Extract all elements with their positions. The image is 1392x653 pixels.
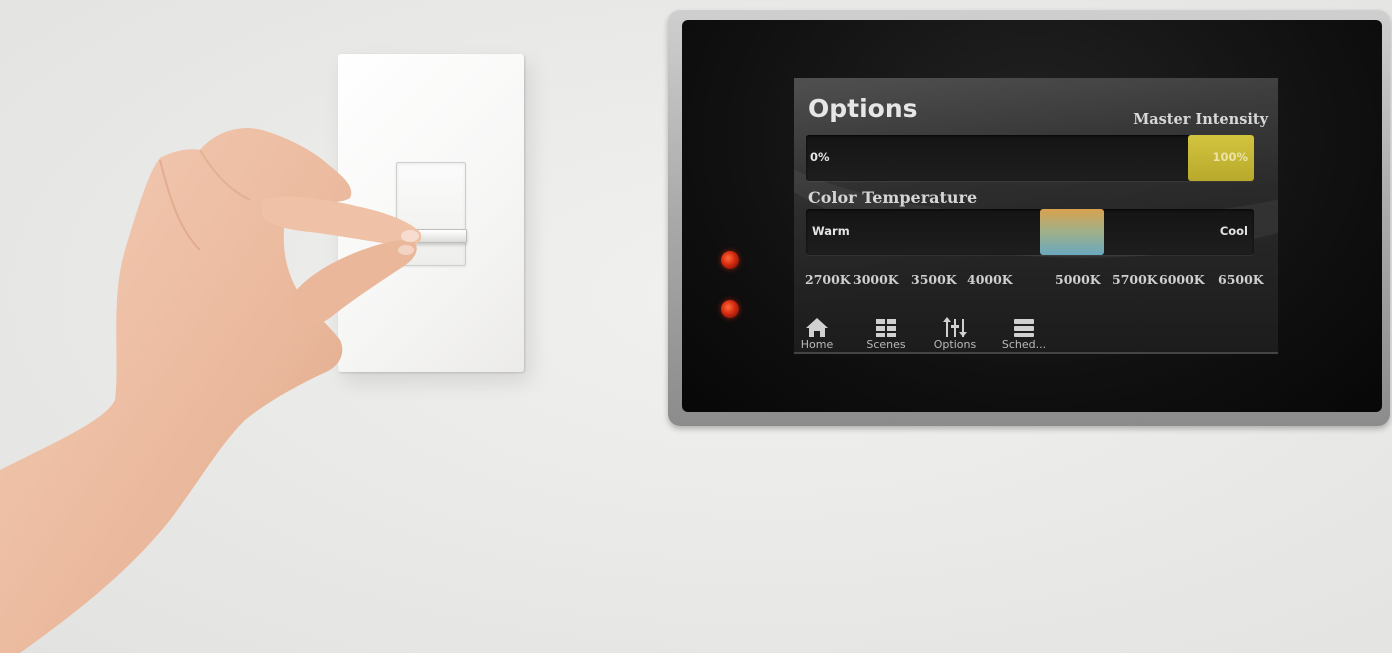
kelvin-tick: 3000K	[853, 272, 899, 287]
home-icon	[806, 318, 828, 337]
nav-home[interactable]: Home	[794, 316, 845, 351]
indicator-led-top	[721, 251, 739, 269]
master-intensity-label: Master Intensity	[1133, 111, 1268, 128]
kelvin-tick: 4000K	[967, 272, 1013, 287]
indicator-led-bottom	[721, 300, 739, 318]
screen-title: Options	[808, 94, 918, 123]
intensity-max-label: 100%	[1212, 150, 1248, 164]
list-icon	[1014, 319, 1034, 337]
touch-screen: Options Master Intensity 0% 100% Color T…	[794, 78, 1278, 354]
nav-options[interactable]: Options	[927, 316, 983, 351]
nav-scenes[interactable]: Scenes	[858, 316, 914, 351]
nav-schedule[interactable]: Sched...	[996, 316, 1052, 351]
kelvin-tick: 6000K	[1159, 272, 1205, 287]
color-temperature-thumb[interactable]	[1040, 209, 1104, 255]
master-intensity-slider[interactable]: 0% 100%	[806, 135, 1254, 181]
sliders-icon	[943, 317, 967, 337]
intensity-slider-thumb[interactable]: 100%	[1188, 135, 1254, 181]
kelvin-tick: 2700K	[805, 272, 851, 287]
grid-icon	[876, 319, 896, 337]
nav-home-label: Home	[800, 338, 834, 351]
kelvin-tick: 5000K	[1055, 272, 1101, 287]
hand-image	[0, 128, 422, 653]
nav-scenes-label: Scenes	[866, 338, 906, 351]
color-temperature-label: Color Temperature	[808, 188, 978, 207]
nav-divider	[794, 352, 1278, 354]
warm-label: Warm	[812, 224, 850, 238]
cool-label: Cool	[1219, 224, 1248, 238]
kelvin-tick: 5700K	[1112, 272, 1158, 287]
kelvin-tick: 6500K	[1218, 272, 1264, 287]
intensity-min-label: 0%	[810, 150, 830, 164]
nav-options-label: Options	[933, 338, 977, 351]
color-temperature-slider[interactable]: Warm Cool	[806, 209, 1254, 255]
nav-schedule-label: Sched...	[1001, 338, 1047, 351]
kelvin-tick: 3500K	[911, 272, 957, 287]
